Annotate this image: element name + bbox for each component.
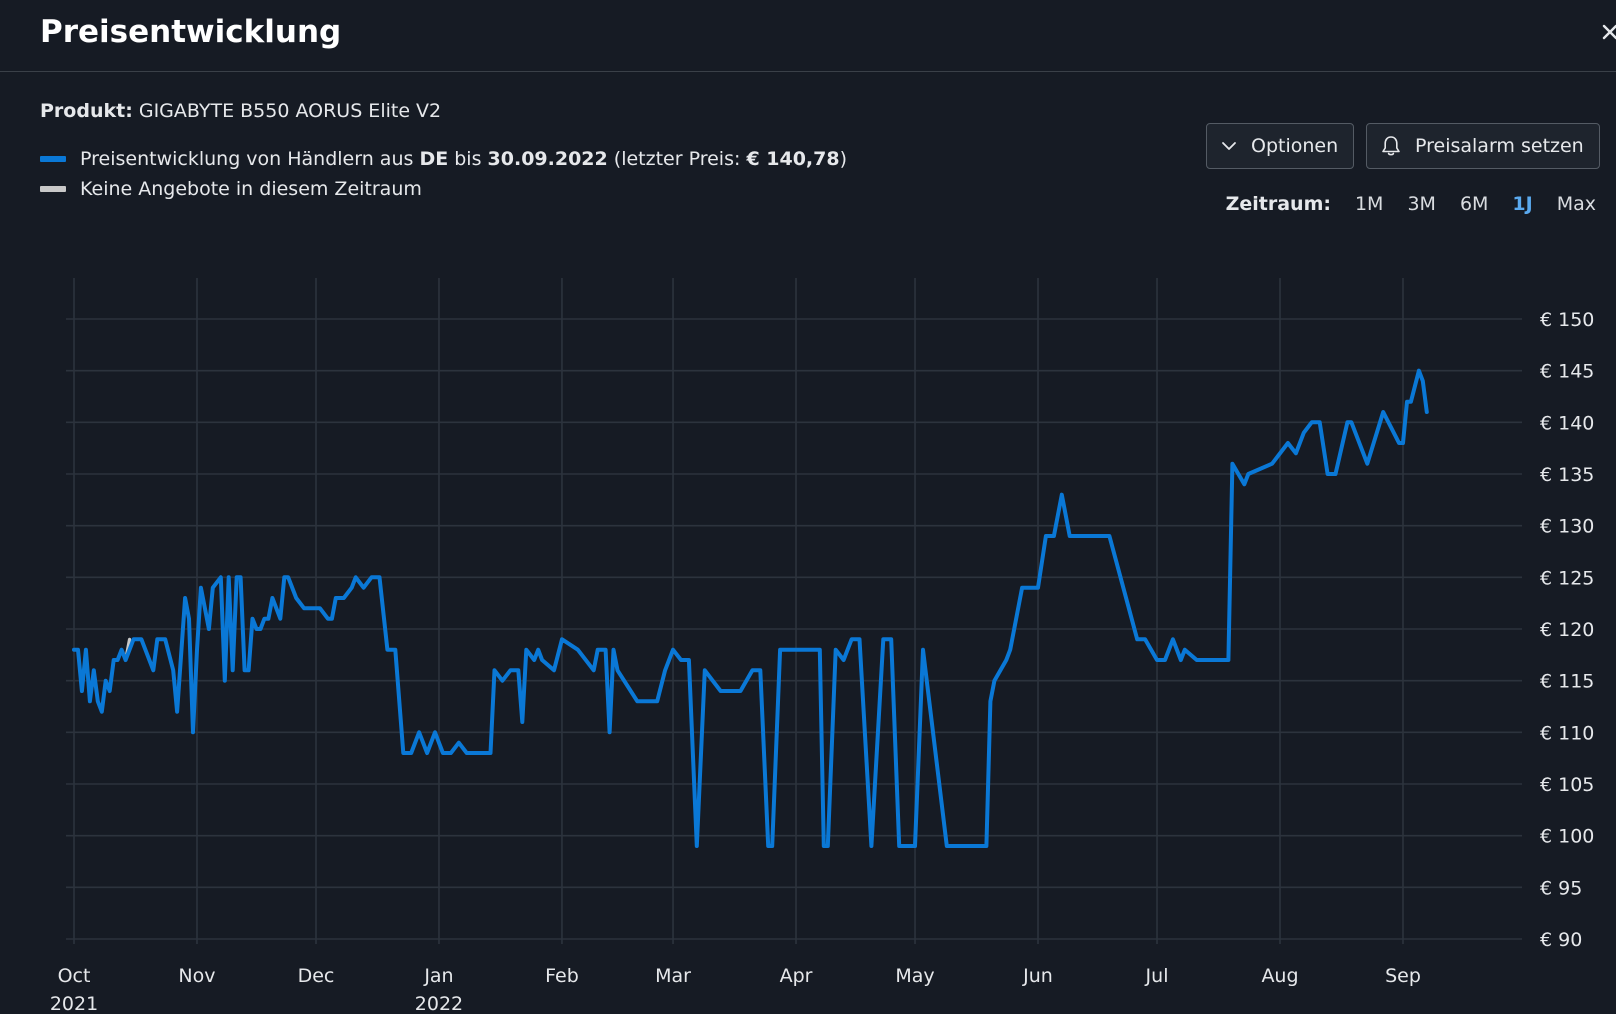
x-tick-label: Oct <box>58 965 91 987</box>
legend-country: DE <box>419 148 449 170</box>
x-tick-label: May <box>895 965 934 987</box>
x-tick-label: Aug <box>1261 965 1298 987</box>
legend-last-price: € 140,78 <box>746 148 840 170</box>
x-tick-label: Feb <box>545 965 579 987</box>
legend-until-word: bis <box>454 148 482 170</box>
range-option-6m[interactable]: 6M <box>1460 193 1488 215</box>
y-tick-label: € 130 <box>1540 516 1594 538</box>
legend-series: Preisentwicklung von Händlern aus DE bis… <box>40 148 847 170</box>
y-tick-label: € 150 <box>1540 309 1594 331</box>
y-tick-label: € 140 <box>1540 412 1594 434</box>
x-tick-sublabel: 2022 <box>415 993 463 1014</box>
legend-no-offers: Keine Angebote in diesem Zeitraum <box>40 178 422 200</box>
legend-last-price-suffix: ) <box>839 148 848 170</box>
dialog-title: Preisentwicklung <box>40 14 342 50</box>
legend-until-date: 30.09.2022 <box>487 148 608 170</box>
price-chart: € 90 € 95 € 100 € 105 € 110 € 115 € 120 € 125 € … <box>50 278 1594 1014</box>
x-tick-label: Dec <box>298 965 335 987</box>
chevron-down-icon <box>1222 142 1236 150</box>
y-tick-label: € 100 <box>1540 826 1594 848</box>
y-tick-label: € 90 <box>1540 929 1582 951</box>
x-tick-label: Jan <box>423 965 453 987</box>
time-range-selector: Zeitraum: 1M 3M 6M 1J Max <box>1226 193 1596 215</box>
x-tick-label: Sep <box>1385 965 1421 987</box>
legend-no-offers-label: Keine Angebote in diesem Zeitraum <box>80 178 422 200</box>
y-tick-label: € 145 <box>1540 361 1594 383</box>
range-option-1j[interactable]: 1J <box>1512 193 1532 215</box>
legend-last-price-prefix: (letzter Preis: <box>613 148 741 170</box>
price-alarm-button[interactable]: Preisalarm setzen <box>1366 123 1600 169</box>
x-tick-label: Jul <box>1145 965 1169 987</box>
y-tick-label: € 115 <box>1540 671 1594 693</box>
close-icon[interactable] <box>1600 18 1616 48</box>
y-tick-label: € 95 <box>1540 877 1582 899</box>
x-tick-label: Apr <box>780 965 813 987</box>
price-history-dialog: Preisentwicklung Produkt: GIGABYTE B550 … <box>0 0 1616 1014</box>
product-label: Produkt: <box>40 100 133 122</box>
y-tick-label: € 105 <box>1540 774 1594 796</box>
options-button-label: Optionen <box>1251 135 1339 157</box>
price-alarm-button-label: Preisalarm setzen <box>1415 135 1584 157</box>
time-range-label: Zeitraum: <box>1225 193 1331 215</box>
x-tick-label: Nov <box>178 965 215 987</box>
y-tick-label: € 120 <box>1540 619 1594 641</box>
legend-series-prefix: Preisentwicklung von Händlern aus <box>80 148 414 170</box>
range-option-max[interactable]: Max <box>1557 193 1596 215</box>
range-option-1m[interactable]: 1M <box>1355 193 1383 215</box>
price-series-line <box>72 368 1429 848</box>
x-tick-label: Jun <box>1022 965 1053 987</box>
x-tick-sublabel: 2021 <box>50 993 98 1014</box>
bell-icon <box>1382 136 1400 156</box>
y-tick-label: € 125 <box>1540 567 1594 589</box>
range-option-3m[interactable]: 3M <box>1407 193 1435 215</box>
dialog-header: Preisentwicklung <box>0 0 1616 72</box>
x-tick-label: Mar <box>655 965 691 987</box>
y-tick-label: € 135 <box>1540 464 1594 486</box>
legend-series-swatch <box>40 156 66 162</box>
legend-no-offers-swatch <box>40 186 66 192</box>
y-tick-label: € 110 <box>1540 722 1594 744</box>
options-button[interactable]: Optionen <box>1206 123 1354 169</box>
product-line: Produkt: GIGABYTE B550 AORUS Elite V2 <box>40 100 441 122</box>
product-name: GIGABYTE B550 AORUS Elite V2 <box>138 100 442 122</box>
